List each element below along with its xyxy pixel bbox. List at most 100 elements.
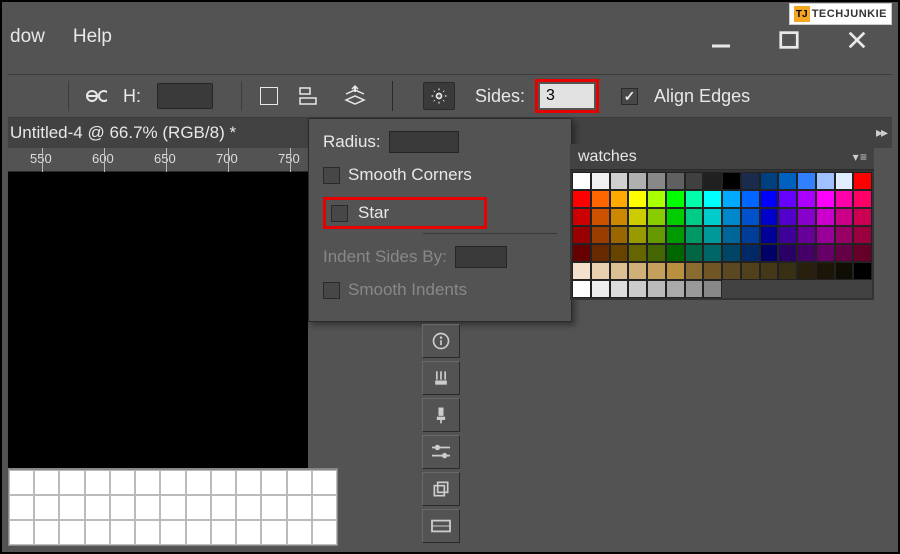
canvas-document[interactable] [8,468,338,546]
color-swatch[interactable] [647,244,666,262]
clone-source-tool[interactable] [422,472,460,506]
color-swatch[interactable] [816,226,835,244]
settings-gear-button[interactable] [423,82,455,110]
color-swatch[interactable] [741,172,760,190]
color-swatch[interactable] [722,208,741,226]
color-swatch[interactable] [741,208,760,226]
color-swatch[interactable] [591,280,610,298]
close-button[interactable] [834,26,880,54]
color-swatch[interactable] [760,244,779,262]
color-swatch[interactable] [572,244,591,262]
color-swatch[interactable] [835,190,854,208]
smooth-indents-checkbox[interactable] [323,282,340,299]
color-swatch[interactable] [591,208,610,226]
color-swatch[interactable] [628,208,647,226]
color-swatch[interactable] [666,190,685,208]
color-swatch[interactable] [572,280,591,298]
color-swatch[interactable] [628,226,647,244]
indent-sides-input[interactable] [455,246,507,268]
color-swatch[interactable] [835,244,854,262]
color-swatch[interactable] [703,280,722,298]
color-swatch[interactable] [816,244,835,262]
minimize-button[interactable] [698,26,744,54]
color-swatch[interactable] [853,244,872,262]
color-swatch[interactable] [610,280,629,298]
color-swatch[interactable] [572,262,591,280]
color-swatch[interactable] [760,262,779,280]
color-swatch[interactable] [835,262,854,280]
color-swatch[interactable] [591,244,610,262]
color-swatch[interactable] [722,244,741,262]
align-icon[interactable] [298,85,322,107]
color-swatch[interactable] [647,208,666,226]
color-swatch[interactable] [816,190,835,208]
color-swatch[interactable] [647,172,666,190]
height-input[interactable] [157,83,213,109]
color-swatch[interactable] [572,208,591,226]
color-swatch[interactable] [703,172,722,190]
color-swatch[interactable] [685,208,704,226]
color-swatch[interactable] [741,244,760,262]
color-swatch[interactable] [610,244,629,262]
radius-input[interactable] [389,131,459,153]
color-swatch[interactable] [760,208,779,226]
color-swatch[interactable] [610,226,629,244]
color-swatch[interactable] [628,190,647,208]
link-icon[interactable] [79,86,107,106]
brush-tool[interactable] [422,398,460,432]
color-swatch[interactable] [722,226,741,244]
color-swatch[interactable] [760,172,779,190]
align-edges-checkbox[interactable]: ✓ [621,88,638,105]
color-swatch[interactable] [628,262,647,280]
color-swatch[interactable] [797,226,816,244]
color-swatch[interactable] [778,172,797,190]
brush-presets-tool[interactable] [422,361,460,395]
smooth-corners-checkbox[interactable] [323,167,340,184]
fill-stroke-icon[interactable] [260,87,278,105]
color-swatch[interactable] [722,262,741,280]
sliders-tool[interactable] [422,435,460,469]
arrange-icon[interactable] [342,84,368,108]
swatches-panel-title[interactable]: watches [578,148,637,166]
color-swatch[interactable] [760,190,779,208]
color-swatch[interactable] [610,208,629,226]
color-swatch[interactable] [666,208,685,226]
color-swatch[interactable] [685,226,704,244]
color-swatch[interactable] [666,280,685,298]
menu-window[interactable]: dow [10,26,45,48]
color-swatch[interactable] [666,262,685,280]
color-swatch[interactable] [741,190,760,208]
color-swatch[interactable] [835,226,854,244]
color-swatch[interactable] [591,190,610,208]
color-swatch[interactable] [797,190,816,208]
color-swatch[interactable] [610,190,629,208]
color-swatch[interactable] [628,172,647,190]
color-swatch[interactable] [816,208,835,226]
color-swatch[interactable] [703,190,722,208]
color-swatch[interactable] [591,172,610,190]
star-checkbox[interactable] [331,205,348,222]
color-swatch[interactable] [741,226,760,244]
color-swatch[interactable] [853,208,872,226]
document-tab[interactable]: Untitled-4 @ 66.7% (RGB/8) * [10,123,236,143]
color-swatch[interactable] [628,244,647,262]
color-swatch[interactable] [778,226,797,244]
color-swatch[interactable] [647,226,666,244]
color-swatch[interactable] [610,172,629,190]
color-swatch[interactable] [647,190,666,208]
color-swatch[interactable] [797,244,816,262]
color-swatch[interactable] [572,190,591,208]
color-swatch[interactable] [685,172,704,190]
panel-menu-icon[interactable]: ▾ ≡ [853,150,866,164]
color-swatch[interactable] [685,190,704,208]
color-swatch[interactable] [853,172,872,190]
color-swatch[interactable] [835,208,854,226]
color-swatch[interactable] [666,226,685,244]
canvas-area[interactable] [8,172,308,468]
color-swatch[interactable] [685,280,704,298]
color-swatch[interactable] [685,262,704,280]
color-swatch[interactable] [741,262,760,280]
color-swatch[interactable] [703,262,722,280]
color-swatch[interactable] [722,172,741,190]
color-swatch[interactable] [778,262,797,280]
